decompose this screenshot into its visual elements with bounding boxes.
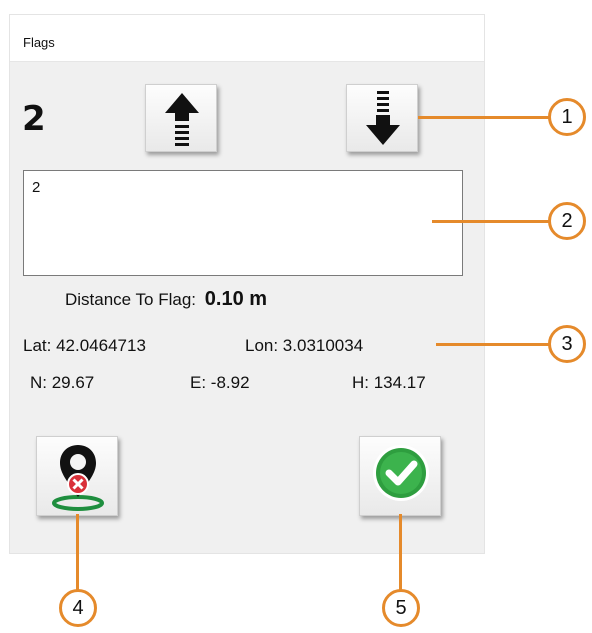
previous-flag-button[interactable] bbox=[145, 84, 217, 152]
distance-label: Distance To Flag: bbox=[65, 290, 197, 309]
callout-5-line bbox=[399, 514, 402, 590]
callout-5: 5 bbox=[382, 589, 420, 627]
title-bar: Flags bbox=[10, 15, 484, 62]
delete-flag-icon bbox=[52, 445, 104, 511]
longitude-value: Lon: 3.0310034 bbox=[245, 336, 364, 355]
callout-1: 1 bbox=[548, 98, 586, 136]
flag-name-value: 2 bbox=[32, 179, 41, 196]
callout-2: 2 bbox=[548, 202, 586, 240]
distance-to-flag: Distance To Flag: 0.10 m bbox=[65, 288, 267, 311]
check-circle-icon bbox=[373, 445, 429, 501]
height-value: H: 134.17 bbox=[352, 373, 426, 392]
callout-1-line bbox=[418, 116, 550, 119]
callout-4: 4 bbox=[59, 589, 97, 627]
callout-4-line bbox=[76, 514, 79, 590]
screenshot-stage: Flags 2 2 Distance To Flag: 0.10 m Lat: … bbox=[0, 0, 592, 633]
flag-name-field[interactable]: 2 bbox=[23, 170, 463, 276]
callout-3: 3 bbox=[548, 325, 586, 363]
easting-value: E: -8.92 bbox=[190, 373, 250, 392]
delete-flag-button[interactable] bbox=[36, 436, 118, 516]
confirm-button[interactable] bbox=[359, 436, 441, 516]
arrow-up-icon bbox=[165, 93, 199, 146]
distance-value: 0.10 m bbox=[204, 288, 268, 310]
window-title: Flags bbox=[23, 35, 55, 50]
arrow-down-icon bbox=[366, 91, 400, 145]
callout-2-line bbox=[432, 220, 550, 223]
northing-value: N: 29.67 bbox=[30, 373, 95, 392]
latitude-value: Lat: 42.0464713 bbox=[23, 336, 146, 355]
next-flag-button[interactable] bbox=[346, 84, 418, 152]
flag-number: 2 bbox=[22, 99, 46, 139]
callout-3-line bbox=[436, 343, 550, 346]
